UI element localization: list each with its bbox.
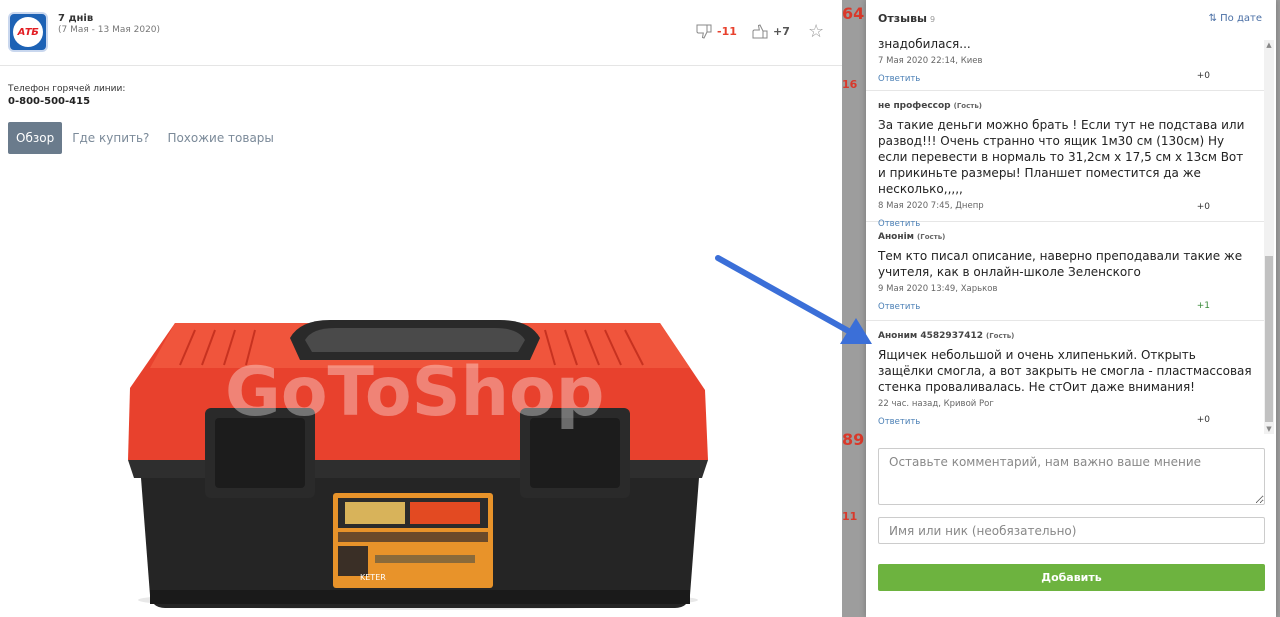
- review-score: +1: [1196, 301, 1210, 311]
- reviews-list[interactable]: знадобилася... 7 Мая 2020 22:14, Киев От…: [866, 36, 1266, 434]
- tab-similar-products[interactable]: Похожие товары: [159, 122, 281, 154]
- thumbs-up-icon: [752, 24, 768, 39]
- dislike-count: -11: [717, 25, 737, 38]
- review-text: Тем кто писал описание, наверно преподав…: [878, 249, 1243, 279]
- sort-by-date-button[interactable]: ⇅ По дате: [1209, 13, 1262, 24]
- reviews-panel: Отзывы 9 ⇅ По дате знадобилася... 7 Мая 2…: [866, 0, 1276, 617]
- store-header: АТБ 7 днів (7 Мая - 13 Мая 2020) -11 +7 …: [0, 0, 842, 66]
- catalog-title[interactable]: 7 днів: [58, 13, 93, 24]
- reply-link[interactable]: Ответить: [878, 417, 920, 427]
- backdrop-fragment: 89: [842, 430, 865, 449]
- name-input[interactable]: [878, 517, 1265, 544]
- hotline-number[interactable]: 0-800-500-415: [8, 96, 90, 107]
- product-page: АТБ 7 днів (7 Мая - 13 Мая 2020) -11 +7 …: [0, 0, 842, 617]
- scroll-down-arrow-icon[interactable]: ▼: [1264, 424, 1274, 434]
- store-logo-text: АТБ: [17, 26, 39, 38]
- product-tabs: Обзор Где купить? Похожие товары: [8, 122, 282, 154]
- hotline-label: Телефон горячей линии:: [8, 84, 126, 94]
- reply-link[interactable]: Ответить: [878, 302, 920, 312]
- review-author: Аноним 4582937412 (Гость): [878, 331, 1015, 341]
- review-text: Ящичек небольшой и очень хлипенький. Отк…: [878, 348, 1252, 394]
- product-brand-label: KETER: [360, 573, 386, 582]
- backdrop-fragment: 64: [842, 4, 865, 23]
- review-item: не профессор (Гость) За такие деньги можн…: [866, 91, 1266, 229]
- product-image: KETER GoToShop: [128, 320, 708, 610]
- review-meta: 7 Мая 2020 22:14, Киев: [878, 56, 983, 66]
- tab-overview[interactable]: Обзор: [8, 122, 63, 154]
- backdrop-fragment: 11: [842, 510, 858, 523]
- add-review-button[interactable]: Добавить: [878, 564, 1265, 591]
- reviews-count: 9: [929, 15, 936, 24]
- favorite-star-icon[interactable]: ☆: [808, 21, 824, 42]
- sort-icon: ⇅: [1208, 13, 1221, 24]
- dislike-button[interactable]: -11: [696, 24, 737, 39]
- tab-where-to-buy[interactable]: Где купить?: [64, 122, 157, 154]
- review-score: +0: [1196, 415, 1210, 425]
- review-item: Анонім (Гость) Тем кто писал описание, на…: [866, 222, 1266, 321]
- review-score: +0: [1196, 71, 1210, 81]
- review-meta: 9 Мая 2020 13:49, Харьков: [878, 284, 998, 294]
- reviews-title: Отзывы 9: [878, 12, 936, 25]
- reply-link[interactable]: Ответить: [878, 74, 920, 84]
- review-author: не профессор (Гость): [878, 101, 982, 111]
- review-score: +0: [1196, 202, 1210, 212]
- review-text: знадобилася...: [878, 37, 971, 51]
- page: АТБ 7 днів (7 Мая - 13 Мая 2020) -11 +7 …: [0, 0, 1280, 617]
- backdrop-fragment: 16: [842, 78, 858, 91]
- comment-textarea[interactable]: [878, 448, 1265, 505]
- review-item: Аноним 4582937412 (Гость) Ящичек небольшо…: [866, 321, 1266, 434]
- review-author: Анонім (Гость): [878, 232, 946, 242]
- review-text: За такие деньги можно брать ! Если тут н…: [878, 118, 1245, 196]
- gotoshop-watermark: GoToShop: [225, 353, 604, 432]
- catalog-dates: (7 Мая - 13 Мая 2020): [58, 25, 161, 35]
- reviews-header: Отзывы 9 ⇅ По дате: [866, 0, 1276, 36]
- scroll-up-arrow-icon[interactable]: ▲: [1264, 40, 1274, 50]
- store-logo[interactable]: АТБ: [8, 12, 48, 52]
- like-button[interactable]: +7: [752, 24, 790, 39]
- review-item: знадобилася... 7 Мая 2020 22:14, Киев От…: [866, 36, 1266, 91]
- reviews-scrollbar[interactable]: ▲ ▼: [1264, 40, 1274, 434]
- review-meta: 22 час. назад, Кривой Рог: [878, 399, 994, 409]
- thumbs-down-icon: [696, 24, 712, 39]
- like-count: +7: [773, 25, 790, 38]
- scroll-thumb[interactable]: [1265, 256, 1273, 422]
